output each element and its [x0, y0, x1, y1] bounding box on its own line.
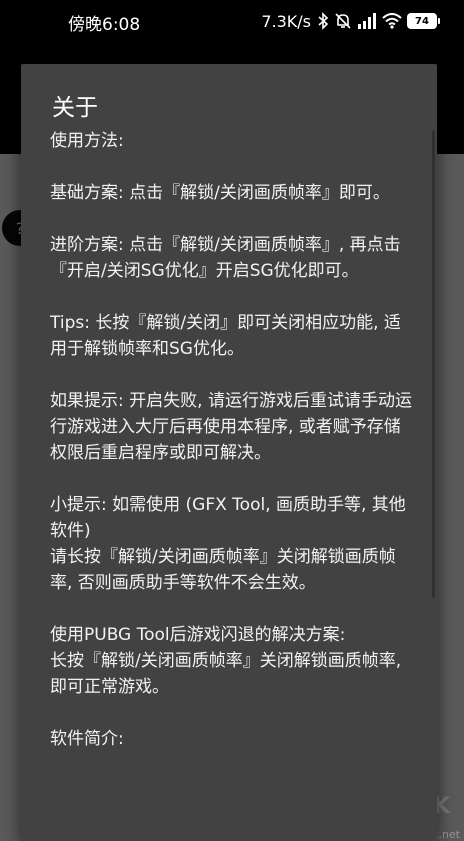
- battery-level: 74: [407, 13, 437, 29]
- small-tip-text: 小提示: 如需使用 (GFX Tool, 画质助手等, 其他软件) 请长按『解锁…: [50, 495, 406, 593]
- dialog-scrollbar[interactable]: [432, 130, 435, 598]
- tips-text: Tips: 长按『解锁/关闭』即可关闭相应功能, 适用于解锁帧率和SG优化。: [50, 313, 401, 359]
- network-speed: 7.3K/s: [261, 11, 311, 31]
- mute-icon: [334, 11, 352, 31]
- about-dialog[interactable]: 关于 使用方法: 基础方案: 点击『解锁/关闭画质帧率』即可。 进阶方案: 点击…: [21, 64, 437, 841]
- crash-solution-text: 使用PUBG Tool后游戏闪退的解决方案: 长按『解锁/关闭画质帧率』关闭解锁…: [50, 625, 402, 697]
- dialog-message[interactable]: 使用方法: 基础方案: 点击『解锁/关闭画质帧率』即可。 进阶方案: 点击『解锁…: [50, 128, 412, 778]
- dialog-title: 关于: [52, 95, 98, 121]
- signal-icon: [357, 11, 377, 31]
- failure-hint-text: 如果提示: 开启失败, 请运行游戏后重试请手动运行游戏进入大厅后再使用本程序, …: [50, 391, 412, 463]
- wifi-icon: [382, 11, 402, 31]
- usage-heading: 使用方法:: [50, 131, 124, 151]
- status-icons: 7.3K/s 74: [261, 10, 440, 32]
- battery-icon: 74: [407, 13, 440, 29]
- bluetooth-icon: [318, 11, 329, 31]
- status-time: 傍晚6:08: [68, 15, 141, 35]
- basic-plan-text: 基础方案: 点击『解锁/关闭画质帧率』即可。: [50, 183, 390, 203]
- status-bar: 傍晚6:08 7.3K/s 74: [0, 0, 464, 42]
- advanced-plan-text: 进阶方案: 点击『解锁/关闭画质帧率』, 再点击『开启/关闭SG优化』开启SG优…: [50, 235, 401, 281]
- software-intro-heading: 软件简介:: [50, 729, 124, 749]
